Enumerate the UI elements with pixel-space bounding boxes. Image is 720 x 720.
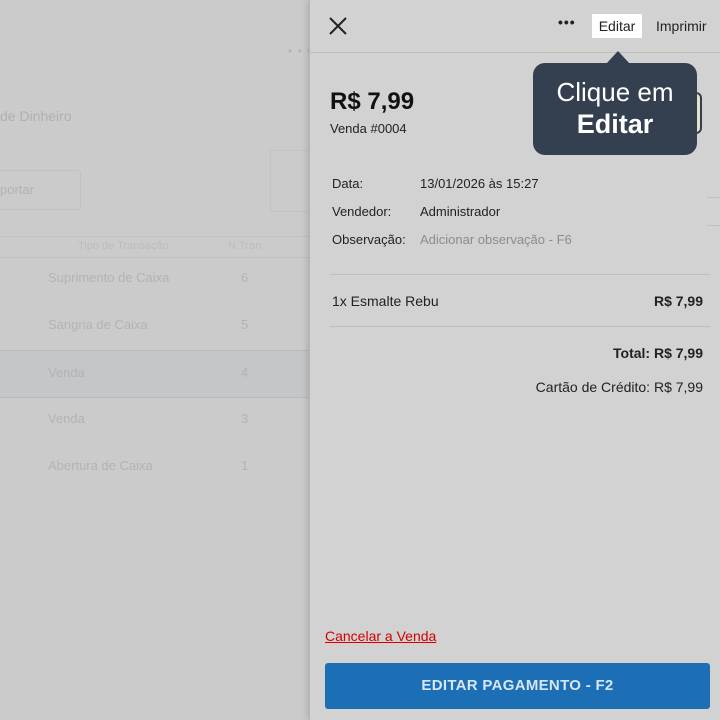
edit-payment-button[interactable]: EDITAR PAGAMENTO - F2	[325, 663, 710, 709]
cancel-sale-label: Cancelar a Venda	[325, 628, 437, 644]
cancel-sale-link[interactable]: Cancelar a Venda	[325, 628, 436, 644]
sale-number: Venda #0004	[330, 121, 407, 136]
tooltip-line-1: Clique em	[556, 77, 674, 107]
seller-label: Vendedor:	[332, 204, 392, 219]
item-price: R$ 7,99	[653, 293, 703, 309]
divider	[330, 274, 710, 275]
tooltip-line-2: Editar	[576, 109, 654, 139]
date-label: Data:	[332, 176, 364, 191]
row-number: 1	[241, 458, 249, 473]
item-name: 1x Esmalte Rebu	[332, 293, 439, 309]
column-header-number: N.Tran	[228, 240, 262, 252]
more-options-button[interactable]: •••	[558, 14, 576, 30]
row-number: 6	[241, 270, 249, 285]
table-row[interactable]: Venda 3	[0, 397, 310, 443]
table-header: Tipo de Transação N.Tran	[0, 236, 310, 258]
column-header-type: Tipo de Transação	[78, 240, 169, 252]
close-icon[interactable]	[328, 16, 348, 36]
hint-tooltip: Clique em Editar	[533, 63, 697, 155]
seller-value: Administrador	[420, 204, 501, 219]
row-type: Sangria de Caixa	[48, 317, 148, 332]
table-row[interactable]: Sangria de Caixa 5	[0, 303, 310, 349]
table-row[interactable]: Suprimento de Caixa 6	[0, 256, 310, 302]
table-row-selected[interactable]: Venda 4	[0, 350, 310, 398]
filter-box	[270, 150, 312, 212]
row-number: 3	[241, 411, 249, 426]
field-edge	[707, 197, 720, 226]
field-edge	[707, 225, 720, 254]
row-number: 4	[241, 365, 249, 380]
note-label: Observação:	[332, 232, 406, 247]
edit-button[interactable]: Editar	[592, 14, 642, 38]
row-type: Venda	[48, 411, 85, 426]
row-type: Abertura de Caixa	[48, 458, 153, 473]
date-value: 13/01/2026 às 15:27	[420, 176, 539, 191]
page-title: de Dinheiro	[0, 108, 72, 124]
sale-total: Total: R$ 7,99	[613, 345, 703, 361]
row-type: Venda	[48, 365, 85, 380]
print-button[interactable]: Imprimir	[656, 18, 707, 34]
row-type: Suprimento de Caixa	[48, 270, 170, 285]
divider	[330, 326, 710, 327]
note-field[interactable]: Adicionar observação - F6	[420, 232, 572, 247]
panel-toolbar: ••• Editar Imprimir	[310, 0, 720, 53]
payment-method: Cartão de Crédito: R$ 7,99	[535, 379, 703, 395]
table-row[interactable]: Abertura de Caixa 1	[0, 444, 310, 490]
row-number: 5	[241, 317, 249, 332]
export-button[interactable]: portar	[0, 170, 81, 210]
sale-amount: R$ 7,99	[330, 88, 415, 115]
